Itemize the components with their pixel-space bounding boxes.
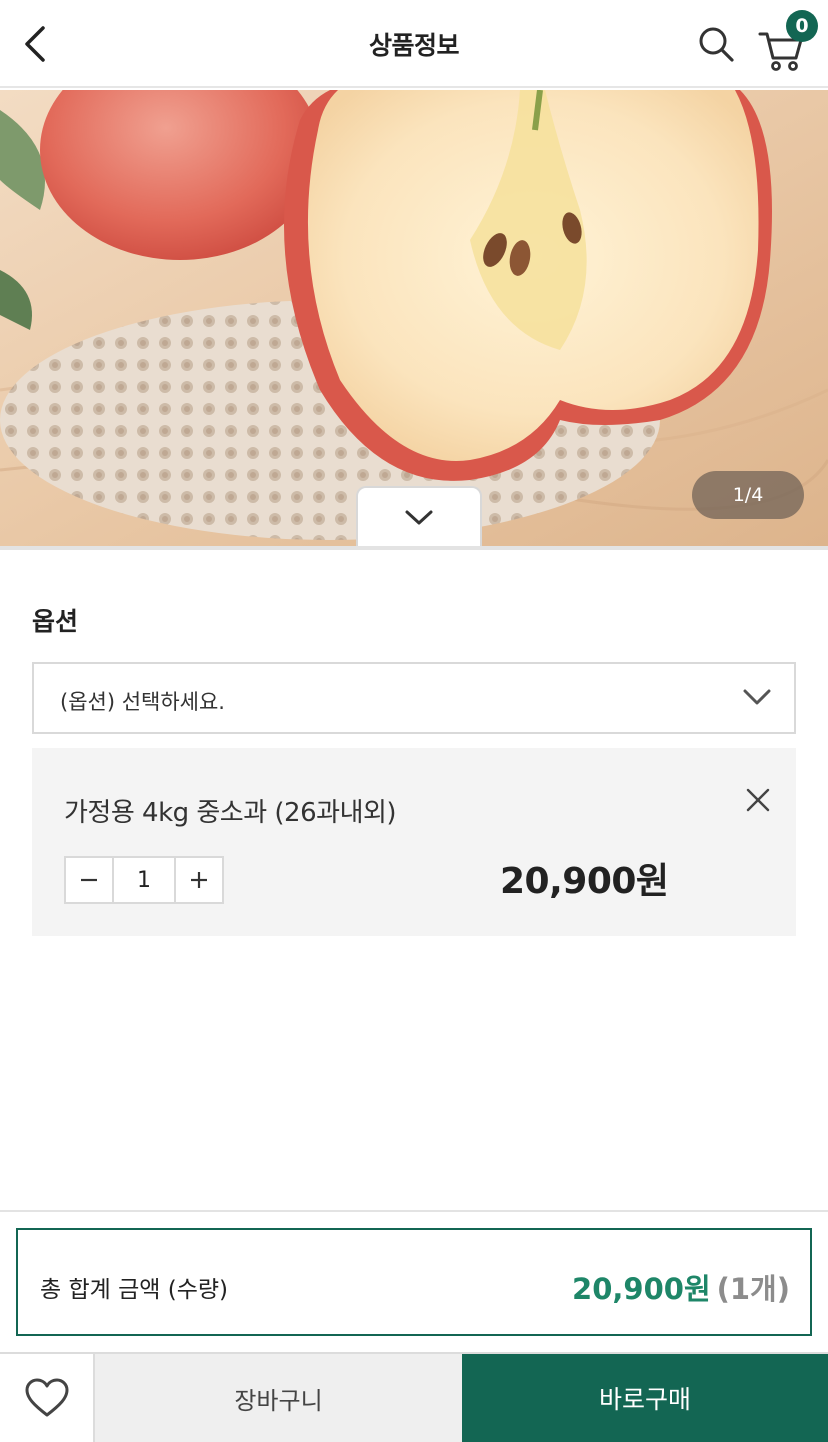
search-button[interactable] <box>694 22 738 66</box>
buy-now-button[interactable]: 바로구매 <box>462 1354 828 1442</box>
option-select-placeholder: (옵션) 선택하세요. <box>60 690 225 714</box>
bottom-action-bar: 장바구니 바로구매 <box>0 1352 828 1442</box>
collapse-image-button[interactable] <box>356 486 482 546</box>
selected-option-name: 가정용 4kg 중소과 (26과내외) <box>64 798 397 828</box>
heart-icon <box>25 1378 68 1417</box>
decrease-quantity-button[interactable] <box>66 858 112 902</box>
divider <box>0 546 828 550</box>
plus-icon <box>191 872 207 888</box>
increase-quantity-button[interactable] <box>176 858 222 902</box>
image-counter: 1/4 <box>692 471 804 519</box>
add-to-cart-button[interactable]: 장바구니 <box>95 1354 462 1442</box>
option-section-title: 옵션 <box>32 607 79 636</box>
selected-option-item: 가정용 4kg 중소과 (26과내외) 1 20,900원 <box>32 748 796 936</box>
quantity-stepper: 1 <box>64 856 224 904</box>
chevron-down-icon <box>743 689 771 705</box>
product-image-carousel[interactable]: 1/4 <box>0 90 828 546</box>
chevron-down-icon <box>405 510 433 525</box>
wishlist-button[interactable] <box>0 1354 95 1442</box>
quantity-value[interactable]: 1 <box>112 858 176 902</box>
total-summary: 총 합계 금액 (수량) 20,900원 (1개) <box>16 1228 812 1336</box>
option-select-dropdown[interactable]: (옵션) 선택하세요. <box>32 662 796 734</box>
search-icon <box>699 27 734 62</box>
top-header: 상품정보 0 <box>0 0 828 88</box>
total-price: 20,900원 <box>572 1272 711 1306</box>
divider <box>0 1210 828 1212</box>
minus-icon <box>81 878 97 882</box>
total-value: 20,900원 (1개) <box>572 1266 790 1308</box>
cart-button[interactable]: 0 <box>756 10 818 71</box>
cart-count-badge: 0 <box>786 10 818 42</box>
selected-option-price: 20,900원 <box>500 861 669 902</box>
close-icon <box>746 788 770 812</box>
total-quantity: (1개) <box>716 1272 790 1306</box>
total-label: 총 합계 금액 (수량) <box>40 1277 228 1303</box>
remove-option-button[interactable] <box>744 786 772 814</box>
